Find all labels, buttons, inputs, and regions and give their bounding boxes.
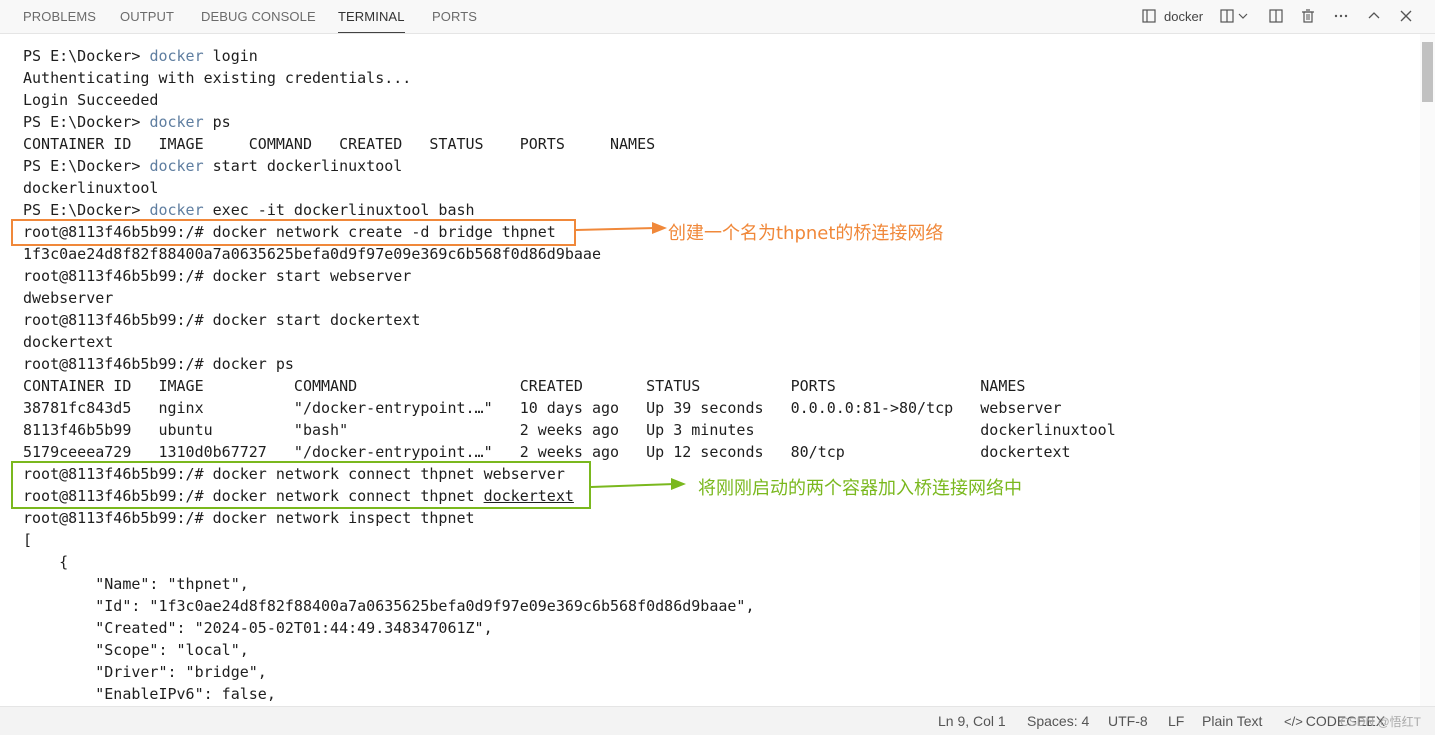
annotation-create-network: 创建一个名为thpnet的桥连接网络 (668, 223, 944, 244)
tab-problems[interactable]: PROBLEMS (23, 0, 96, 33)
command-keyword: docker (149, 47, 204, 65)
terminal-output[interactable]: PS E:\Docker> docker login Authenticating… (0, 34, 1420, 706)
terminal-line: root@8113f46b5b99:/# docker start docker… (23, 309, 420, 331)
terminal-line: { (23, 551, 68, 573)
terminal-line: "EnableIPv6": false, (23, 683, 276, 705)
terminal-line: Login Succeeded (23, 89, 158, 111)
terminal-line: dwebserver (23, 287, 113, 309)
tab-terminal[interactable]: TERMINAL (338, 0, 405, 33)
chevron-down-icon[interactable] (1236, 6, 1250, 26)
terminal-line: root@8113f46b5b99:/# docker ps (23, 353, 294, 375)
panel-tab-bar: PROBLEMS OUTPUT DEBUG CONSOLE TERMINAL P… (0, 0, 1435, 34)
terminal-text: "Name": "thpnet", (23, 575, 249, 593)
terminal-text: PS E:\Docker> (23, 201, 150, 219)
terminal-line: "Created": "2024-05-02T01:44:49.34834706… (23, 617, 493, 639)
terminal-line: CONTAINER ID IMAGE COMMAND CREATED STATU… (23, 375, 1025, 397)
terminal-text: "EnableIPv6": false, (23, 685, 276, 703)
more-icon[interactable] (1331, 6, 1351, 26)
highlight-box-connect (11, 461, 591, 509)
terminal-line: dockertext (23, 331, 113, 353)
terminal-text: root@8113f46b5b99:/# docker start docker… (23, 311, 421, 329)
terminal-line: "Driver": "bridge", (23, 661, 267, 683)
terminal-text: PS E:\Docker> (23, 157, 150, 175)
terminal-text: "Created": "2024-05-02T01:44:49.34834706… (23, 619, 493, 637)
terminal-text: 38781fc843d5 nginx "/docker-entrypoint.…… (23, 399, 1062, 417)
terminal-line: 1f3c0ae24d8f82f88400a7a0635625befa0d9f97… (23, 243, 601, 265)
terminal-text: { (23, 553, 69, 571)
terminal-scrollbar[interactable] (1420, 34, 1435, 706)
status-bar: Ln 9, Col 1 Spaces: 4 UTF-8 LF Plain Tex… (0, 706, 1435, 735)
terminal-text: CONTAINER ID IMAGE COMMAND CREATED STATU… (23, 377, 1026, 395)
terminal-text: "Driver": "bridge", (23, 663, 267, 681)
terminal-text: exec -it dockerlinuxtool bash (203, 201, 475, 219)
split-terminal-icon[interactable] (1217, 6, 1237, 26)
terminal-text: Authenticating with existing credentials… (23, 69, 412, 87)
cursor-position[interactable]: Ln 9, Col 1 (938, 707, 1006, 735)
tab-output[interactable]: OUTPUT (120, 0, 174, 33)
terminal-text: dockerlinuxtool (23, 179, 159, 197)
terminal-name[interactable]: docker (1164, 0, 1203, 33)
terminal-text: "Scope": "local", (23, 641, 249, 659)
terminal-text: PS E:\Docker> (23, 47, 150, 65)
tab-debug-console[interactable]: DEBUG CONSOLE (201, 0, 316, 33)
highlight-box-create (11, 219, 576, 246)
terminal-line: "Name": "thpnet", (23, 573, 249, 595)
arrow-connect (591, 478, 686, 490)
terminal-line: 38781fc843d5 nginx "/docker-entrypoint.…… (23, 397, 1062, 419)
terminal-line: PS E:\Docker> docker start dockerlinuxto… (23, 155, 402, 177)
annotation-connect-containers: 将刚刚启动的两个容器加入桥连接网络中 (698, 478, 1022, 499)
terminal-text: start dockerlinuxtool (203, 157, 403, 175)
terminal-text: Login Succeeded (23, 91, 159, 109)
terminal-text: ps (203, 113, 231, 131)
terminal-text: root@8113f46b5b99:/# docker start webser… (23, 267, 412, 285)
terminal-line: PS E:\Docker> docker login (23, 45, 258, 67)
terminal-text: 1f3c0ae24d8f82f88400a7a0635625befa0d9f97… (23, 245, 601, 263)
terminal-text: PS E:\Docker> (23, 113, 150, 131)
terminal-text: "Id": "1f3c0ae24d8f82f88400a7a0635625bef… (23, 597, 755, 615)
trash-icon[interactable] (1298, 6, 1318, 26)
terminal-text: login (203, 47, 258, 65)
arrow-create (576, 222, 667, 234)
terminal-text: root@8113f46b5b99:/# docker network insp… (23, 509, 475, 527)
terminal-line: root@8113f46b5b99:/# docker start webser… (23, 265, 411, 287)
command-keyword: docker (149, 113, 204, 131)
terminal-text: CONTAINER ID IMAGE COMMAND CREATED STATU… (23, 135, 656, 153)
scrollbar-thumb[interactable] (1422, 42, 1433, 102)
terminal-text: [ (23, 531, 33, 549)
terminal-text: dockertext (23, 333, 114, 351)
terminal-text: 8113f46b5b99 ubuntu "bash" 2 weeks ago U… (23, 421, 1116, 439)
maximize-panel-icon[interactable] (1266, 6, 1286, 26)
terminal-line: CONTAINER ID IMAGE COMMAND CREATED STATU… (23, 133, 655, 155)
line-ending[interactable]: LF (1168, 707, 1184, 735)
command-keyword: docker (149, 157, 204, 175)
terminal-line: Authenticating with existing credentials… (23, 67, 411, 89)
close-icon[interactable] (1396, 6, 1416, 26)
terminal-text: root@8113f46b5b99:/# docker ps (23, 355, 294, 373)
terminal-line: "Id": "1f3c0ae24d8f82f88400a7a0635625bef… (23, 595, 755, 617)
terminal-line: root@8113f46b5b99:/# docker network insp… (23, 507, 475, 529)
command-keyword: docker (149, 201, 204, 219)
chevron-up-icon[interactable] (1364, 6, 1384, 26)
encoding[interactable]: UTF-8 (1108, 707, 1148, 735)
watermark: CSDN @悟红T (1340, 715, 1421, 729)
indentation[interactable]: Spaces: 4 (1027, 707, 1089, 735)
terminal-icon[interactable] (1139, 6, 1159, 26)
terminal-line: 8113f46b5b99 ubuntu "bash" 2 weeks ago U… (23, 419, 1116, 441)
terminal-line: PS E:\Docker> docker exec -it dockerlinu… (23, 199, 475, 221)
terminal-line: "Scope": "local", (23, 639, 249, 661)
terminal-line: [ (23, 529, 32, 551)
terminal-line: dockerlinuxtool (23, 177, 158, 199)
language-mode[interactable]: Plain Text (1202, 707, 1262, 735)
terminal-text: dwebserver (23, 289, 114, 307)
tab-ports[interactable]: PORTS (432, 0, 477, 33)
terminal-text: 5179ceeea729 1310d0b67727 "/docker-entry… (23, 443, 1071, 461)
terminal-line: 5179ceeea729 1310d0b67727 "/docker-entry… (23, 441, 1071, 463)
terminal-line: PS E:\Docker> docker ps (23, 111, 231, 133)
codegeex-icon: </> (1284, 714, 1303, 729)
